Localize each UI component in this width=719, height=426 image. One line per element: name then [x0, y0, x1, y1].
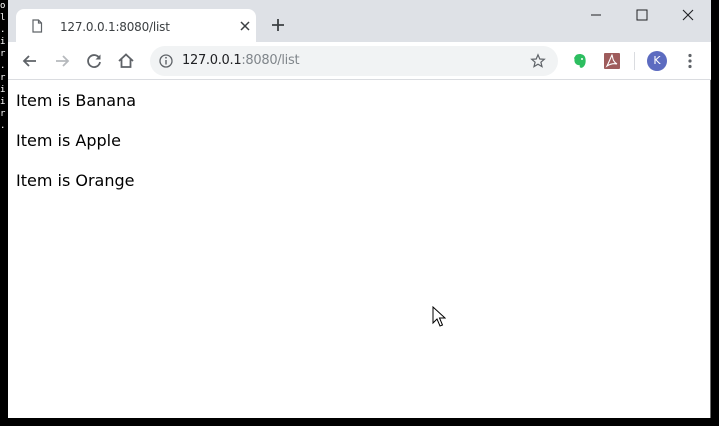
- terminal-char: .: [0, 121, 6, 131]
- tab-title: 127.0.0.1:8080/list: [60, 20, 170, 34]
- minimize-icon[interactable]: [586, 6, 606, 24]
- maximize-icon[interactable]: [632, 6, 652, 24]
- terminal-char: i: [0, 97, 6, 107]
- terminal-char: o: [0, 1, 6, 11]
- close-icon[interactable]: [678, 6, 698, 24]
- evernote-extension-icon[interactable]: [570, 51, 590, 71]
- toolbar-separator: [634, 52, 635, 70]
- url-host: 127.0.0.1: [182, 53, 242, 68]
- terminal-char: r: [0, 49, 6, 59]
- reload-icon[interactable]: [84, 51, 104, 71]
- bookmark-star-icon[interactable]: [530, 53, 546, 69]
- forward-icon[interactable]: [52, 51, 72, 71]
- terminal-char: r: [0, 109, 6, 119]
- url-path: :8080/list: [241, 53, 300, 68]
- background-terminal: o l . i r . r i i r .: [0, 0, 8, 426]
- info-icon[interactable]: [158, 53, 174, 69]
- page-content: Item is Banana Item is Apple Item is Ora…: [8, 80, 710, 418]
- list-item: Item is Banana: [16, 91, 137, 110]
- back-icon[interactable]: [20, 51, 40, 71]
- terminal-char: l: [0, 13, 6, 23]
- list-item: Item is Apple: [16, 131, 121, 150]
- profile-avatar[interactable]: K: [647, 51, 667, 71]
- home-icon[interactable]: [116, 51, 136, 71]
- terminal-char: i: [0, 37, 6, 47]
- pdf-extension-icon[interactable]: [602, 51, 622, 71]
- close-tab-icon[interactable]: [238, 19, 252, 33]
- toolbar: 127.0.0.1:8080/list K: [8, 42, 711, 80]
- page-icon: [32, 19, 43, 33]
- tab-strip: 127.0.0.1:8080/list: [8, 0, 711, 42]
- tab-active[interactable]: 127.0.0.1:8080/list: [16, 9, 256, 42]
- address-text[interactable]: 127.0.0.1:8080/list: [182, 53, 300, 68]
- terminal-char: .: [0, 61, 6, 71]
- window-shadow-bottom: [0, 418, 719, 426]
- list-item: Item is Orange: [16, 171, 135, 190]
- window-shadow-right: [711, 0, 719, 426]
- new-tab-icon[interactable]: [270, 17, 286, 33]
- menu-kebab-icon[interactable]: [680, 51, 700, 71]
- terminal-char: .: [0, 25, 6, 35]
- browser-window: 127.0.0.1:8080/list 127.0.0.1:8080/list …: [8, 0, 711, 418]
- terminal-char: i: [0, 85, 6, 95]
- omnibox[interactable]: 127.0.0.1:8080/list: [150, 46, 558, 76]
- terminal-char: r: [0, 73, 6, 83]
- mouse-cursor-icon: [432, 306, 446, 327]
